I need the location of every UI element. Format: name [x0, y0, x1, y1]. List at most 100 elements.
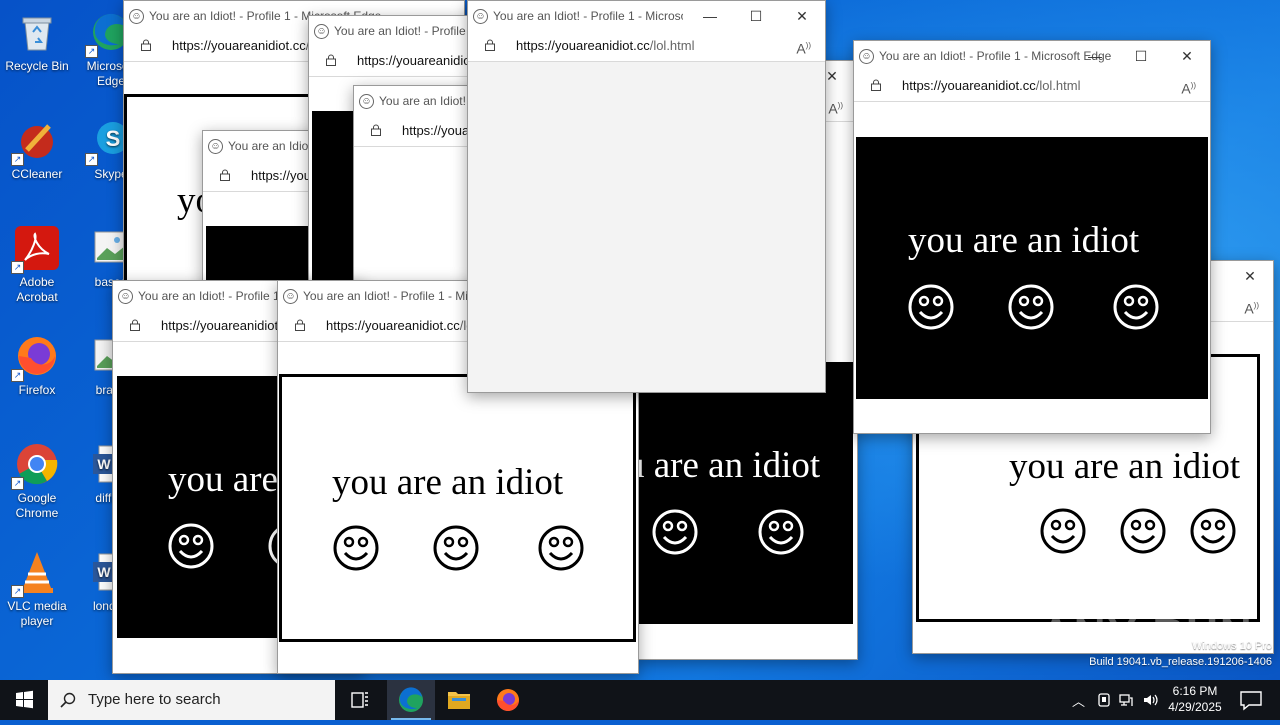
favicon-icon: ☺ — [359, 94, 374, 109]
address-bar[interactable]: https://youareanidiot.cc/lol.html A)) — [468, 31, 825, 62]
favicon-icon: ☺ — [208, 139, 223, 154]
recycle-bin-label: Recycle Bin — [5, 59, 69, 73]
chrome-icon[interactable]: ↗ Google Chrome — [0, 440, 74, 521]
ccleaner-icon[interactable]: ↗ CCleaner — [0, 116, 74, 182]
idiot-message: you are an idiot — [332, 462, 564, 503]
page-content — [468, 62, 825, 392]
read-aloud-icon[interactable]: A)) — [796, 31, 811, 61]
idiot-panel: you are an idiot — [279, 374, 636, 642]
minimize-icon[interactable]: — — [687, 1, 733, 31]
task-view-button[interactable] — [336, 680, 384, 720]
window-title: You are an Idiot! - Profile 1 - Microsof… — [493, 9, 683, 23]
folder-icon — [448, 692, 470, 709]
chrome-label: Google Chrome — [15, 491, 59, 520]
ccleaner-label: CCleaner — [11, 167, 63, 181]
action-center-button[interactable] — [1228, 680, 1276, 720]
chevron-up-icon[interactable]: ︿ — [1072, 691, 1085, 710]
lock-icon — [295, 319, 305, 331]
idiot-message: you are an idiot — [637, 445, 821, 486]
task-view-icon — [351, 692, 368, 708]
taskbar-firefox-button[interactable] — [484, 680, 532, 720]
start-button[interactable] — [0, 680, 48, 720]
network-icon[interactable] — [1118, 692, 1134, 708]
system-tray: ︿ — [1066, 680, 1162, 720]
minimize-icon[interactable]: — — [1072, 41, 1118, 71]
vlc-icon[interactable]: ↗ VLC media player — [0, 548, 74, 629]
address-bar[interactable]: https://youareanidiot.cc/lol.html A)) — [854, 71, 1210, 102]
favicon-icon: ☺ — [859, 49, 874, 64]
favicon-icon: ☺ — [118, 289, 133, 304]
smiley-icon — [652, 509, 698, 555]
lock-icon — [326, 54, 336, 66]
windows-edition: Windows 10 Pro — [1191, 640, 1272, 652]
lock-icon — [130, 319, 140, 331]
firefox-icon[interactable]: ↗ Firefox — [0, 332, 74, 398]
maximize-icon[interactable]: ☐ — [733, 1, 779, 31]
edge-icon — [399, 687, 423, 712]
smiley-icon — [1113, 284, 1159, 330]
idiot-message: you are an idiot — [1009, 446, 1241, 487]
vlc-label: VLC media player — [7, 599, 67, 628]
clock-time: 6:16 PM — [1172, 684, 1218, 698]
device-icon[interactable] — [1096, 692, 1112, 708]
smiley-icon — [1040, 508, 1086, 554]
search-placeholder: Type here to search — [88, 691, 221, 708]
read-aloud-icon[interactable]: A)) — [1181, 71, 1196, 101]
taskbar: Type here to search ︿ 6:16 PM 4/29/2025 — [0, 680, 1280, 720]
favicon-icon: ☺ — [314, 24, 329, 39]
smiley-icon — [433, 525, 479, 571]
smiley-icon — [333, 525, 379, 571]
idiot-message: you are an idiot — [908, 220, 1140, 261]
favicon-icon: ☺ — [129, 9, 144, 24]
svg-text:W: W — [97, 456, 111, 472]
close-icon[interactable]: ✕ — [779, 1, 825, 31]
favicon-icon: ☺ — [283, 289, 298, 304]
close-icon[interactable]: ✕ — [1164, 41, 1210, 71]
firefox-label: Firefox — [18, 383, 56, 397]
taskbar-explorer-button[interactable] — [435, 680, 483, 720]
search-box[interactable]: Type here to search — [48, 680, 335, 720]
recycle-bin-icon[interactable]: Recycle Bin — [0, 8, 74, 74]
smiley-icon — [1008, 284, 1054, 330]
adobe-acrobat-icon[interactable]: ↗ Adobe Acrobat — [0, 224, 74, 305]
desktop: Recycle Bin ↗ Microsoft Edge ↗ CCleaner … — [0, 0, 1280, 680]
read-aloud-icon[interactable]: A)) — [828, 91, 843, 121]
page-content: you are an idiot — [854, 102, 1210, 433]
popup-window[interactable]: ☺ You are an Idiot! - Profile 1 - Micros… — [853, 40, 1211, 434]
idiot-panel: you are an idiot — [856, 137, 1208, 399]
firefox-icon — [497, 689, 519, 711]
lock-icon — [485, 39, 495, 51]
lock-icon — [371, 124, 381, 136]
taskbar-edge-button[interactable] — [387, 680, 435, 720]
popup-window-focused[interactable]: ☺ You are an Idiot! - Profile 1 - Micros… — [467, 0, 826, 393]
lock-icon — [871, 79, 881, 91]
maximize-icon[interactable]: ☐ — [1118, 41, 1164, 71]
smiley-icon — [538, 525, 584, 571]
url-text[interactable]: https://youareanidiot.cc/lol.html — [902, 71, 1081, 101]
lock-icon — [141, 39, 151, 51]
smiley-icon — [168, 523, 214, 569]
svg-text:W: W — [97, 564, 111, 580]
title-bar[interactable]: ☺ You are an Idiot! - Profile 1 - Micros… — [468, 1, 825, 31]
close-icon[interactable]: ✕ — [1227, 261, 1273, 291]
clock[interactable]: 6:16 PM 4/29/2025 — [1164, 683, 1226, 715]
smiley-icon — [1190, 508, 1236, 554]
smiley-icon — [758, 509, 804, 555]
adobe-acrobat-label: Adobe Acrobat — [16, 275, 58, 304]
clock-date: 4/29/2025 — [1168, 700, 1222, 714]
svg-text:S: S — [106, 126, 121, 151]
windows-logo-icon — [16, 690, 33, 709]
url-text[interactable]: https://youareanidiot.cc/lol.html — [516, 31, 695, 61]
favicon-icon: ☺ — [473, 9, 488, 24]
title-bar[interactable]: ☺ You are an Idiot! - Profile 1 - Micros… — [854, 41, 1210, 71]
windows-version: Windows 10 Pro Build 19041.vb_release.19… — [1089, 638, 1272, 670]
notification-icon — [1240, 691, 1262, 711]
read-aloud-icon[interactable]: A)) — [1244, 291, 1259, 321]
lock-icon — [220, 169, 230, 181]
windows-build: Build 19041.vb_release.191206-1406 — [1089, 656, 1272, 668]
search-icon — [60, 692, 76, 708]
smiley-icon — [908, 284, 954, 330]
volume-icon[interactable] — [1142, 692, 1158, 708]
smiley-icon — [1120, 508, 1166, 554]
idiot-panel: you are an idiot — [637, 362, 853, 624]
